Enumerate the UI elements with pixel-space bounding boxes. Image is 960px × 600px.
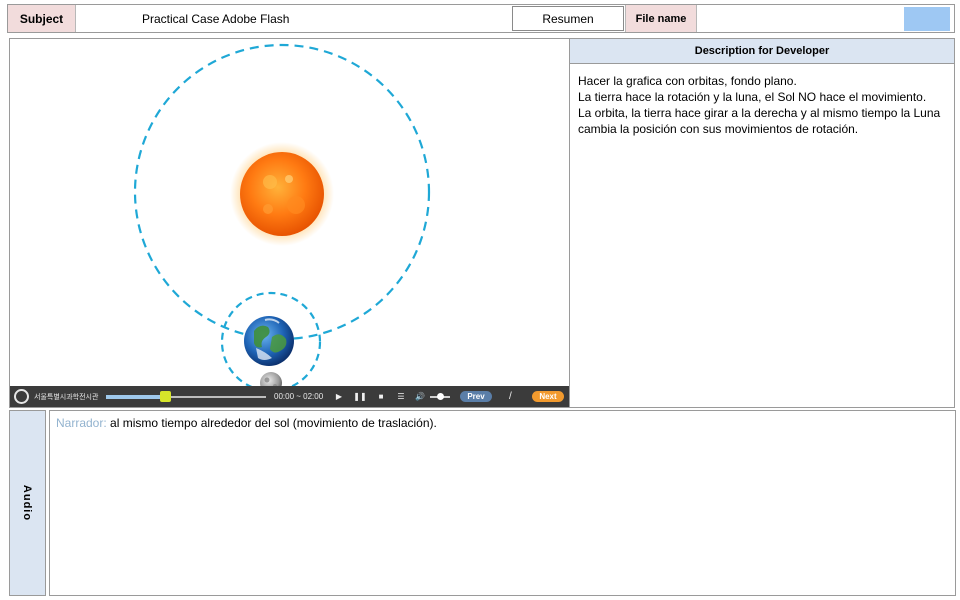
volume-handle[interactable]: [437, 393, 444, 400]
narration-text: al mismo tiempo alrededor del sol (movim…: [110, 416, 437, 430]
nav-separator: /: [509, 391, 512, 402]
file-name-label: File name: [625, 5, 697, 32]
narration-line: Narrador: al mismo tiempo alrededor del …: [56, 416, 946, 430]
play-icon[interactable]: ▶: [332, 386, 346, 407]
progress-handle-icon[interactable]: [160, 391, 171, 402]
resumen-button[interactable]: Resumen: [512, 6, 624, 31]
narrator-label: Narrador:: [56, 416, 107, 430]
file-name-value: [698, 5, 904, 32]
subject-label: Subject: [8, 5, 76, 32]
subject-value: Practical Case Adobe Flash: [142, 11, 290, 26]
list-icon[interactable]: ☰: [394, 386, 408, 407]
player-brand: 서울특별시과학전시관: [34, 393, 99, 401]
earth-icon: [244, 316, 294, 366]
audio-label-text: Audio: [21, 484, 34, 522]
volume-icon[interactable]: 🔊: [413, 386, 427, 407]
description-line: La tierra hace la rotación y la luna, el…: [578, 90, 927, 104]
player-time: 00:00 ~ 02:00: [274, 392, 324, 401]
pause-icon[interactable]: ❚❚: [353, 386, 367, 407]
header-color-swatch: [904, 7, 950, 31]
progress-fill: [106, 395, 165, 399]
description-title: Description for Developer: [570, 38, 955, 64]
audio-script-box: [49, 410, 956, 596]
sun-icon: [230, 142, 334, 246]
player-logo-icon: [14, 389, 29, 404]
next-button[interactable]: Next: [532, 391, 564, 402]
description-text: Hacer la grafica con orbitas, fondo plan…: [578, 73, 948, 137]
player-control-bar: 서울특별시과학전시관 00:00 ~ 02:00 ▶ ❚❚ ■ ☰ 🔊 Prev…: [10, 386, 569, 407]
animation-stage[interactable]: [9, 38, 570, 408]
description-line: La orbita, la tierra hace girar a la der…: [578, 106, 941, 136]
solar-system-scene: [133, 43, 431, 394]
audio-label: Audio: [9, 410, 46, 596]
description-line: Hacer la grafica con orbitas, fondo plan…: [578, 74, 797, 88]
prev-button[interactable]: Prev: [460, 391, 492, 402]
stop-icon[interactable]: ■: [374, 386, 388, 407]
